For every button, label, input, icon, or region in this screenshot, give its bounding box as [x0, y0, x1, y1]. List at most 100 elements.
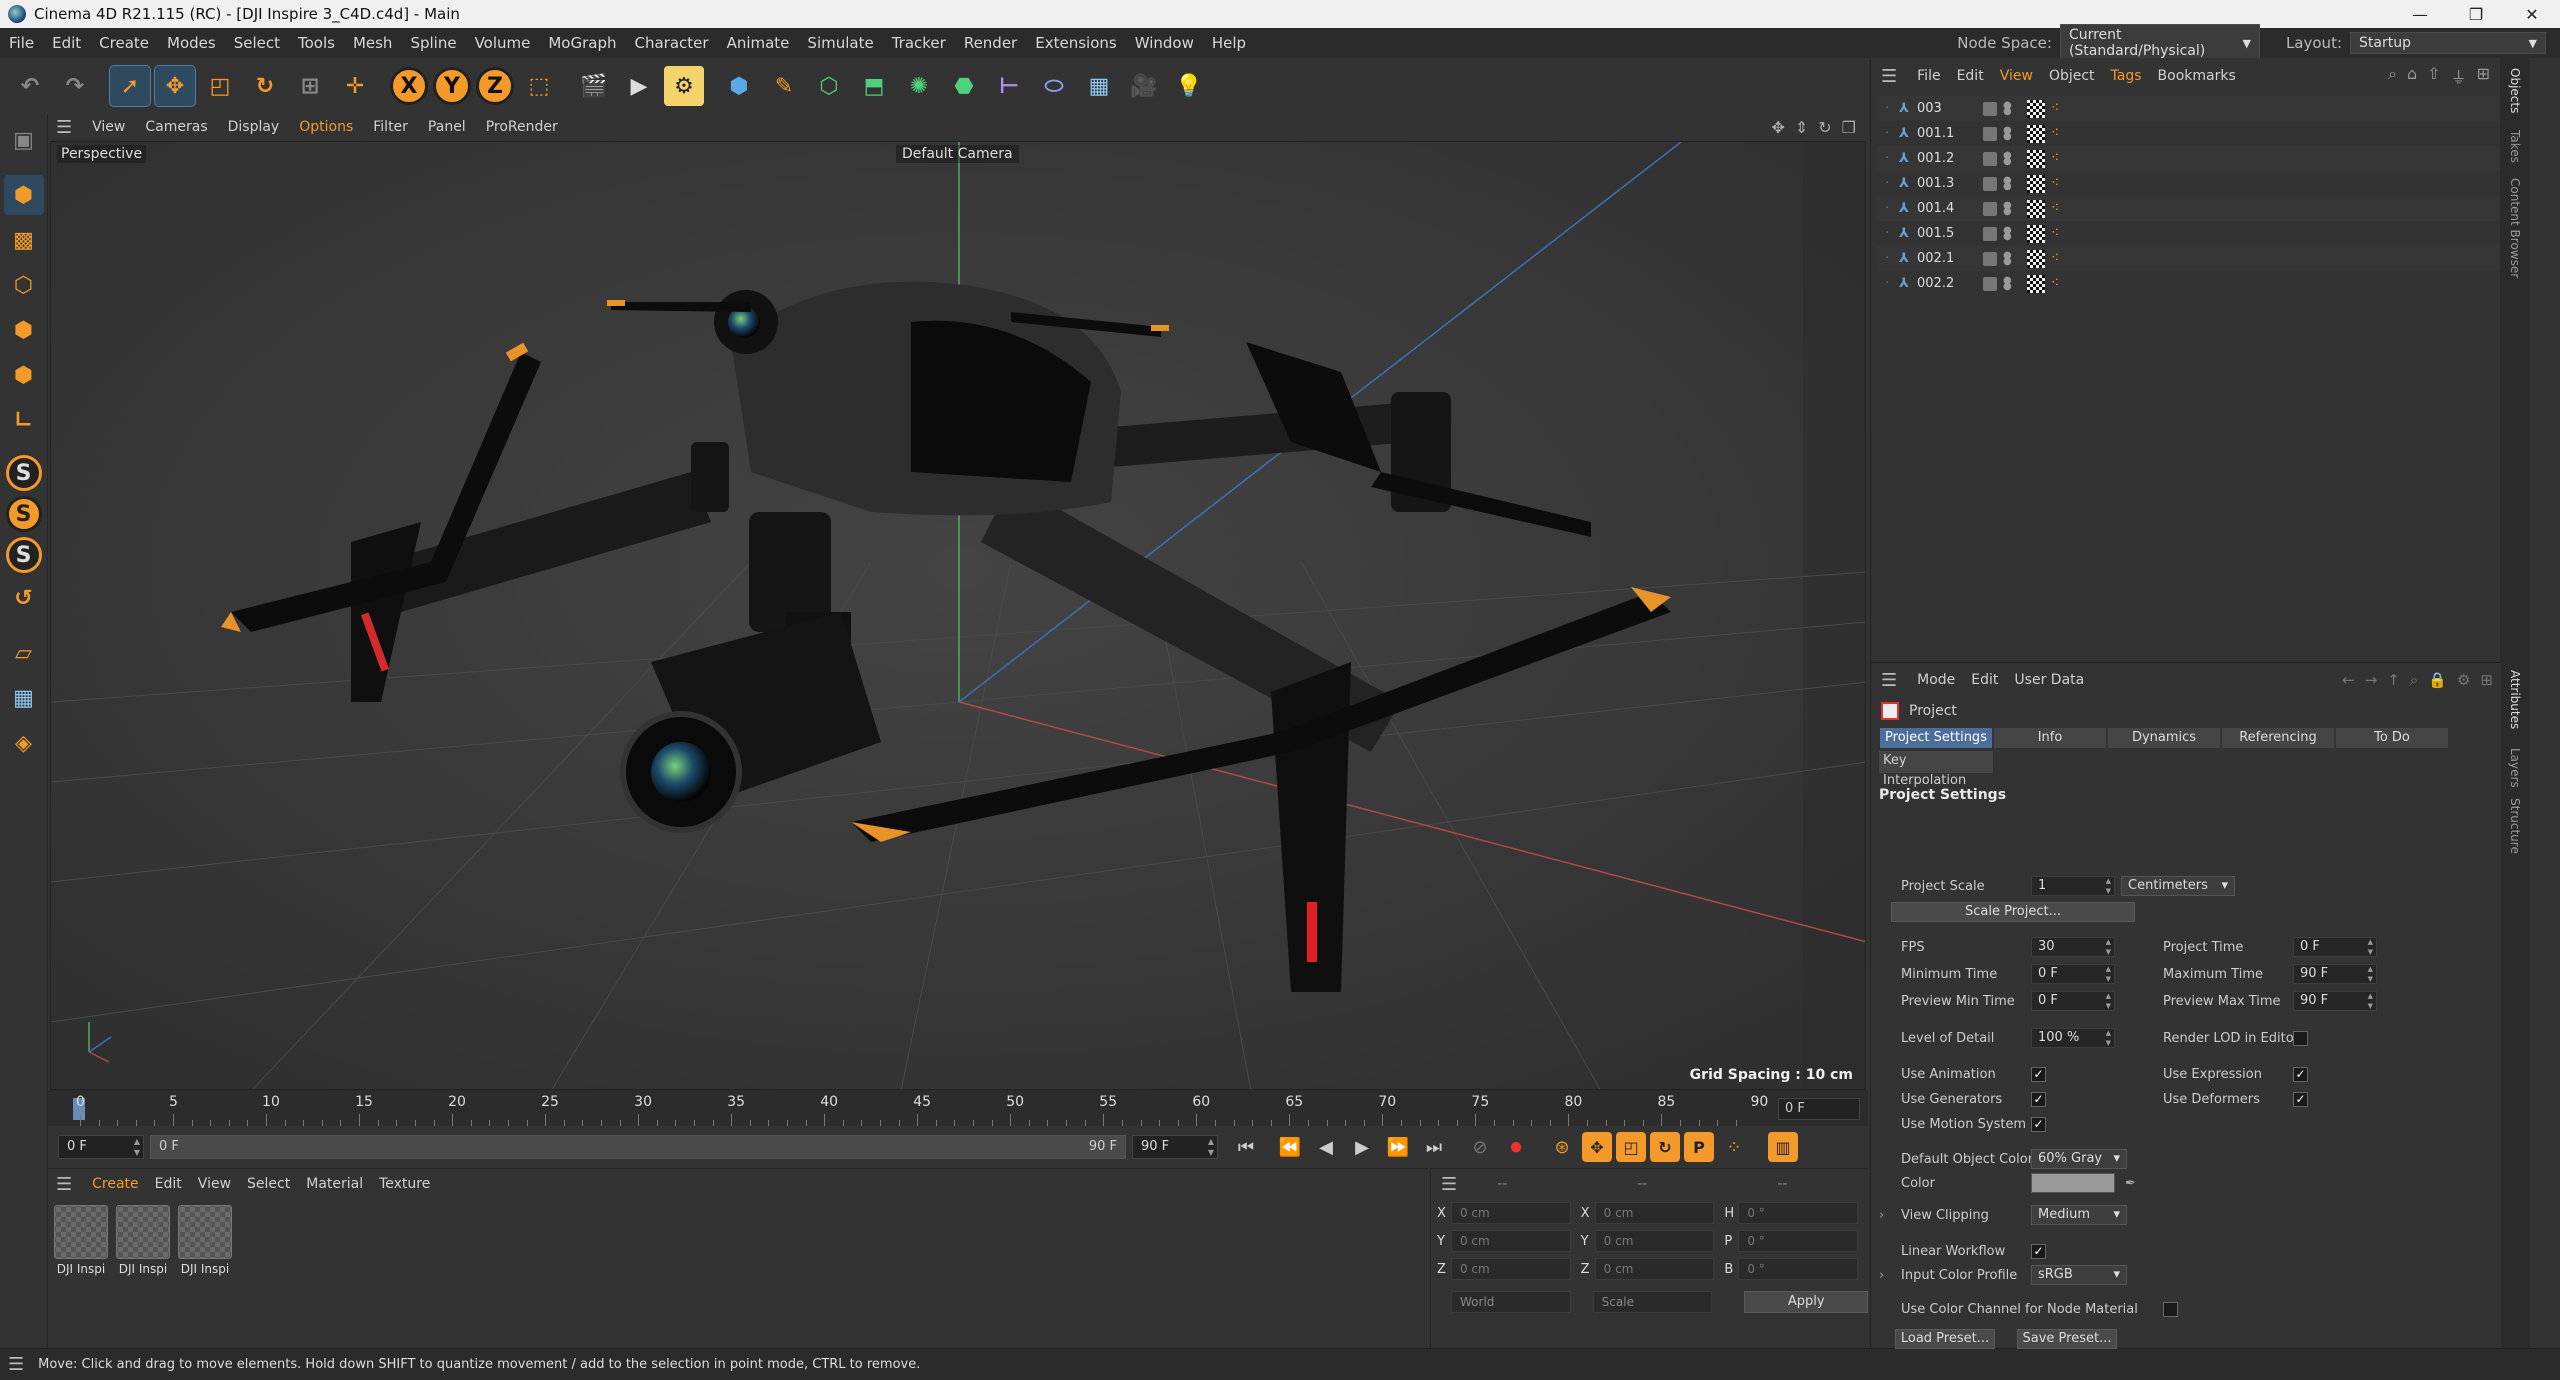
rotate-tool-icon[interactable]: ↻	[245, 66, 285, 106]
3d-viewport[interactable]: Perspective Default Camera Grid Spacing …	[50, 141, 1866, 1090]
material-tag-icon[interactable]: ⁖	[2051, 275, 2069, 293]
input-profile-dropdown[interactable]: sRGB ▾	[2031, 1265, 2127, 1285]
spinner-icon[interactable]: ▲ ▼	[134, 1136, 140, 1158]
material-tag-icon[interactable]: ⁖	[2051, 200, 2069, 218]
visibility-dots[interactable]: ● ●	[2003, 225, 2013, 241]
locked-workplane-icon[interactable]: ▦	[4, 678, 44, 718]
cube-primitive-icon[interactable]: ⬢	[719, 66, 759, 106]
light-icon[interactable]: 💡	[1169, 66, 1209, 106]
spinner-icon[interactable]: ▲ ▼	[2368, 937, 2373, 957]
menu-mograph[interactable]: MoGraph	[539, 34, 625, 52]
new-panel-icon[interactable]: ⊞	[2480, 671, 2493, 689]
tab-attributes[interactable]: Attributes	[2508, 670, 2522, 729]
menu-animate[interactable]: Animate	[718, 34, 799, 52]
redo-icon[interactable]: ↷	[55, 66, 95, 106]
load-preset-button[interactable]: Load Preset...	[1895, 1329, 1995, 1349]
max-time-field[interactable]: 90 F ▲ ▼	[2293, 964, 2377, 984]
material-menu-select[interactable]: Select	[239, 1176, 298, 1192]
hamburger-icon[interactable]: ☰	[56, 117, 72, 138]
spinner-icon[interactable]: ▲ ▼	[2106, 937, 2111, 957]
attr-menu-user-data[interactable]: User Data	[2006, 672, 2092, 688]
tab-to-do[interactable]: To Do	[2335, 727, 2449, 749]
key-pla-icon[interactable]: ⁘	[1718, 1131, 1750, 1163]
rotate-view-icon[interactable]: ↻	[1818, 118, 1831, 137]
snap-enable-icon[interactable]: S	[5, 496, 42, 532]
menu-help[interactable]: Help	[1203, 34, 1255, 52]
lock-icon[interactable]: 🔒	[2428, 671, 2447, 689]
close-icon[interactable]: ✕	[2504, 0, 2560, 28]
project-time-field[interactable]: 0 F ▲ ▼	[2293, 937, 2377, 957]
viewport-camera-label[interactable]: Default Camera	[896, 145, 1019, 163]
texture-tag-icon[interactable]	[2027, 224, 2045, 243]
menu-spline[interactable]: Spline	[401, 34, 465, 52]
object-name[interactable]: 001.1	[1917, 126, 1983, 141]
rotation-p-field[interactable]: 0 °	[1738, 1230, 1859, 1252]
tab-structure[interactable]: Structure	[2508, 798, 2522, 854]
layer-toggle[interactable]	[1983, 151, 1997, 166]
go-to-start-icon[interactable]: ⏮	[1230, 1131, 1262, 1163]
object-menu-file[interactable]: File	[1909, 68, 1948, 84]
make-editable-icon[interactable]: ▣	[4, 120, 44, 160]
material-tag-icon[interactable]: ⁖	[2051, 250, 2069, 268]
use-animation-checkbox[interactable]: ✓	[2031, 1066, 2046, 1082]
object-row[interactable]: · ⅄ 002.1 ● ● ⁖	[1877, 246, 2527, 271]
key-position-icon[interactable]: ✥	[1582, 1132, 1612, 1162]
attr-menu-mode[interactable]: Mode	[1909, 672, 1963, 688]
forward-arrow-icon[interactable]: →	[2365, 671, 2378, 689]
layer-toggle[interactable]	[1983, 101, 1997, 116]
timeline-ruler[interactable]: 0 5 10 15 20 25 30 35 40 45 50 55 60 65 70 75 80 85 90 0 F	[48, 1090, 1868, 1126]
layer-toggle[interactable]	[1983, 126, 1997, 141]
layout-dropdown[interactable]: Startup ▼	[2350, 32, 2546, 54]
object-name[interactable]: 001.4	[1917, 201, 1983, 216]
scale-tool-icon[interactable]: ◰	[200, 66, 240, 106]
material-menu-view[interactable]: View	[190, 1176, 239, 1192]
tab-objects[interactable]: Objects	[2508, 68, 2522, 113]
minimize-icon[interactable]: —	[2392, 0, 2448, 28]
tweak-mode-icon[interactable]: ↺	[4, 578, 44, 618]
menu-character[interactable]: Character	[626, 34, 718, 52]
object-menu-object[interactable]: Object	[2041, 68, 2103, 84]
key-scale-icon[interactable]: ◰	[1616, 1132, 1646, 1162]
workplane-icon[interactable]: ▱	[4, 633, 44, 673]
viewport-menu-filter[interactable]: Filter	[363, 119, 418, 135]
object-row[interactable]: · ⅄ 002.2 ● ● ⁖	[1877, 271, 2527, 296]
spinner-icon[interactable]: ▲ ▼	[2368, 964, 2373, 984]
rotation-b-field[interactable]: 0 °	[1738, 1258, 1859, 1280]
object-name[interactable]: 001.3	[1917, 176, 1983, 191]
menu-edit[interactable]: Edit	[43, 34, 90, 52]
key-rotation-icon[interactable]: ↻	[1650, 1132, 1680, 1162]
visibility-dots[interactable]: ● ●	[2003, 275, 2013, 291]
spinner-icon[interactable]: ▲ ▼	[2368, 991, 2373, 1011]
default-object-color-dropdown[interactable]: 60% Gray ▾	[2031, 1149, 2127, 1169]
toggle-view-icon[interactable]: ❐	[1842, 118, 1856, 137]
home-icon[interactable]: ⌂	[2407, 64, 2417, 88]
snap-settings-icon[interactable]: S	[5, 537, 42, 573]
layer-toggle[interactable]	[1983, 251, 1997, 266]
visibility-dots[interactable]: ● ●	[2003, 125, 2013, 141]
y-axis-lock-icon[interactable]: Y	[433, 67, 471, 105]
spinner-icon[interactable]: ▲ ▼	[2106, 991, 2111, 1011]
hamburger-icon[interactable]: ☰	[56, 1174, 72, 1195]
layer-toggle[interactable]	[1983, 176, 1997, 191]
go-to-end-icon[interactable]: ⏭	[1418, 1131, 1450, 1163]
color-swatch[interactable]	[2031, 1173, 2115, 1193]
position-z-field[interactable]: 0 cm	[1450, 1258, 1571, 1280]
object-row[interactable]: · ⅄ 001.5 ● ● ⁖	[1877, 221, 2527, 246]
min-time-field[interactable]: 0 F ▲ ▼	[2031, 964, 2115, 984]
object-menu-bookmarks[interactable]: Bookmarks	[2150, 68, 2244, 84]
move-tool-icon[interactable]: ✥	[154, 65, 196, 107]
current-frame-field[interactable]: 0 F	[1778, 1098, 1860, 1120]
material-tag-icon[interactable]: ⁖	[2051, 125, 2069, 143]
hamburger-icon[interactable]: ☰	[1441, 1174, 1457, 1195]
up-arrow-icon[interactable]: ↑	[2387, 671, 2400, 689]
cloner-icon[interactable]: ✺	[899, 66, 939, 106]
spinner-icon[interactable]: ▲ ▼	[2106, 876, 2111, 896]
timeline-window-icon[interactable]: ▥	[1768, 1132, 1798, 1162]
menu-create[interactable]: Create	[90, 34, 158, 52]
mograph-fracture-icon[interactable]: ⬣	[944, 66, 984, 106]
preview-max-field[interactable]: 90 F ▲ ▼	[2293, 991, 2377, 1011]
hamburger-icon[interactable]: ☰	[8, 1354, 24, 1375]
render-picture-viewer-icon[interactable]: ▶	[619, 66, 659, 106]
use-expression-checkbox[interactable]: ✓	[2293, 1066, 2308, 1082]
texture-tag-icon[interactable]	[2027, 174, 2045, 193]
